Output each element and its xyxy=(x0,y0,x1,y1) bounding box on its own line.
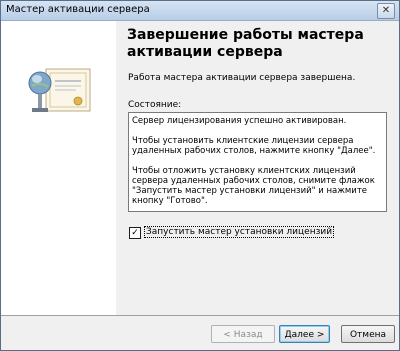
wizard-footer: < Назад Далее > Отмена xyxy=(1,315,399,350)
launch-license-wizard-checkbox[interactable]: ✓ xyxy=(129,227,141,239)
window-title: Мастер активации сервера xyxy=(6,4,150,15)
cancel-button[interactable]: Отмена xyxy=(341,325,395,343)
close-icon: ✕ xyxy=(381,5,391,16)
wizard-side-panel xyxy=(1,21,116,315)
status-textbox[interactable]: Сервер лицензирования успешно активирова… xyxy=(128,112,387,212)
status-label: Состояние: xyxy=(128,100,182,110)
completion-message: Работа мастера активации сервера заверше… xyxy=(128,73,356,83)
wizard-content: Завершение работы мастера активации серв… xyxy=(116,21,399,315)
back-button[interactable]: < Назад xyxy=(211,325,275,343)
server-license-icon xyxy=(28,68,91,112)
title-bar[interactable]: Мастер активации сервера ✕ xyxy=(1,1,399,21)
launch-license-wizard-label[interactable]: Запустить мастер установки лицензий xyxy=(144,226,335,238)
page-title: Завершение работы мастера активации серв… xyxy=(127,27,364,60)
close-button[interactable]: ✕ xyxy=(377,3,395,19)
wizard-window: Мастер активации сервера ✕ Завершение ра… xyxy=(0,0,400,351)
next-button[interactable]: Далее > xyxy=(279,325,330,343)
